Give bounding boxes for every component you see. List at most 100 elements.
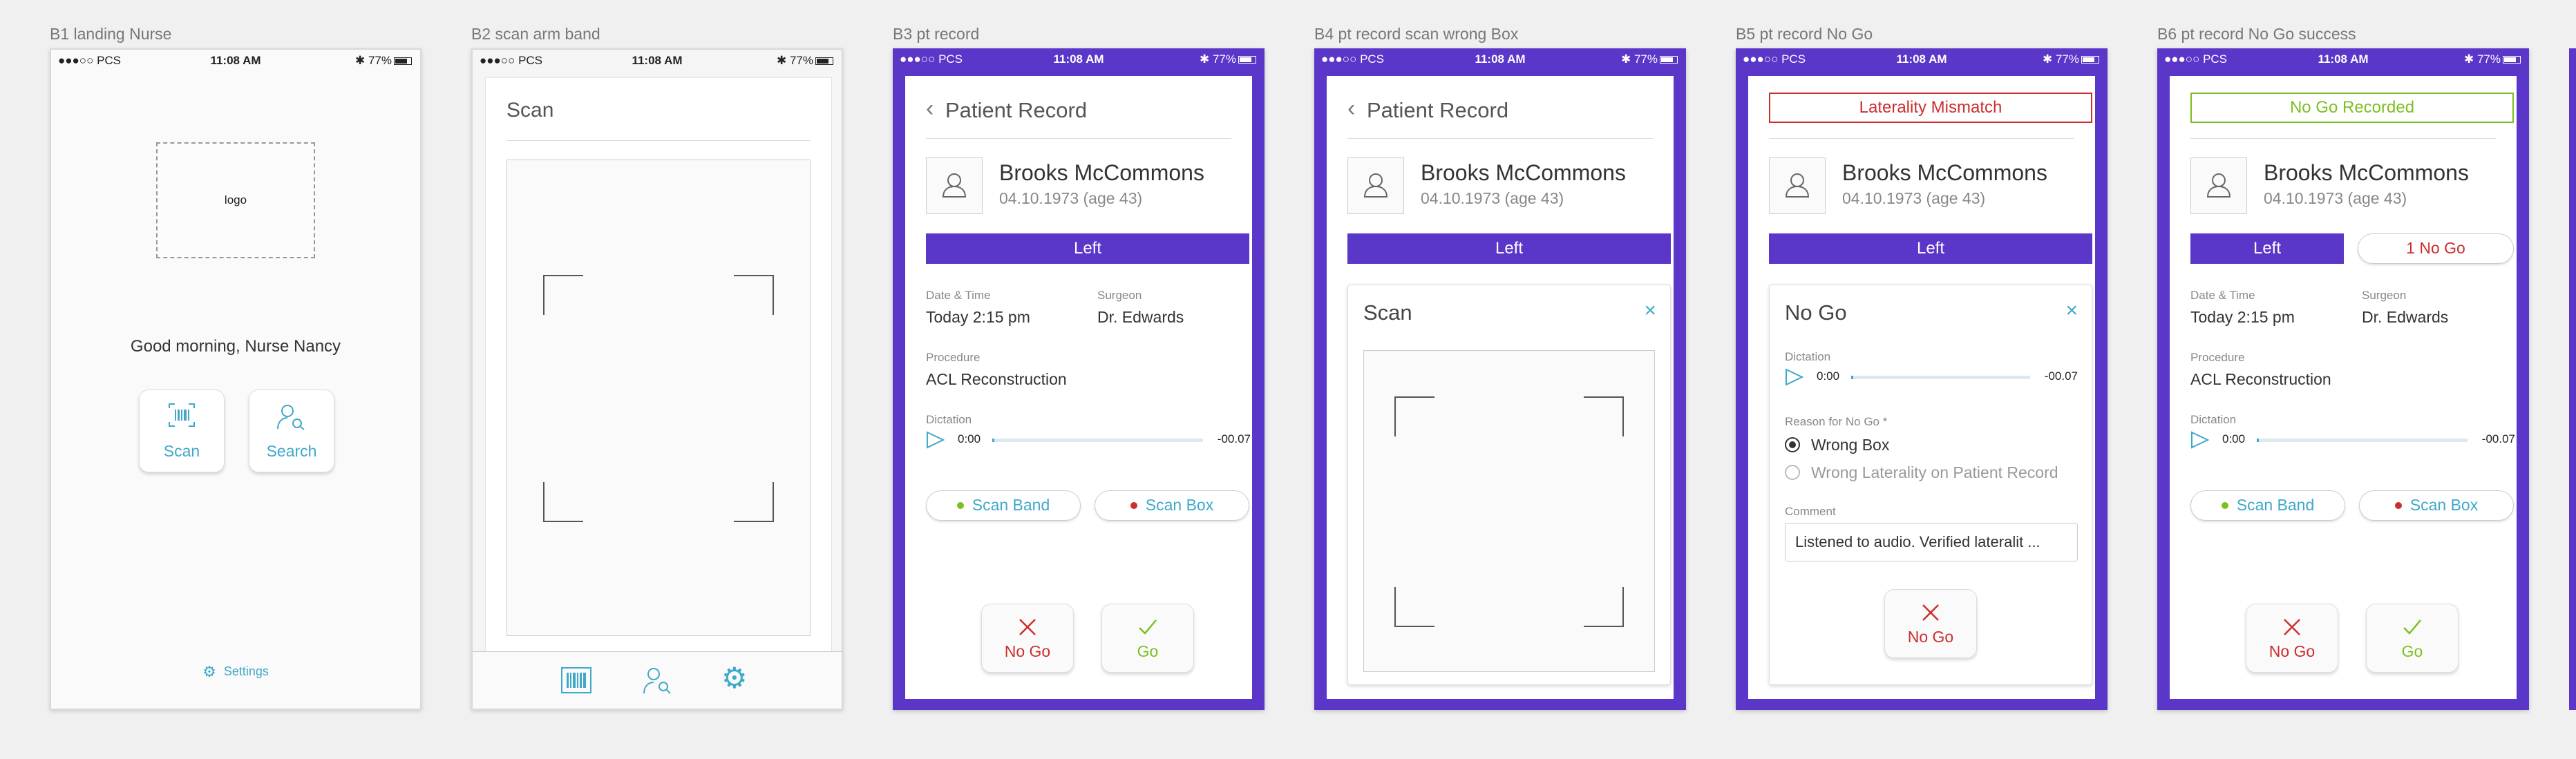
go-button[interactable]: Go <box>2366 604 2459 673</box>
scan-button-label: Scan <box>163 442 200 460</box>
screen-b5-nogo: ●●●○○ PCS 11:08 AM ✱ 77% Laterality Mism… <box>1736 48 2108 710</box>
datetime-value: Today 2:15 pm <box>926 308 1030 326</box>
scan-box-button[interactable]: Scan Box <box>2359 490 2514 521</box>
battery-percent: 77% <box>1633 52 1658 66</box>
time-end: -00.07 <box>2044 369 2078 383</box>
viewfinder-corner-bl <box>1394 587 1434 627</box>
scan-band-label: Scan Band <box>972 496 1050 514</box>
status-bar: ●●●○○ PCS 11:08 AM ✱ 77% <box>2157 48 2529 72</box>
barcode-scan-icon <box>169 403 195 427</box>
gear-icon[interactable]: ⚙ <box>721 663 748 693</box>
screen-label-b5: B5 pt record No Go <box>1736 25 1873 43</box>
divider <box>506 140 811 141</box>
go-button[interactable]: Go <box>1101 604 1194 673</box>
scan-band-label: Scan Band <box>2236 496 2315 514</box>
procedure-label: Procedure <box>926 351 981 364</box>
nogo-button[interactable]: No Go <box>2246 604 2338 673</box>
patient-dob: 04.10.1973 (age 43) <box>1421 189 1564 207</box>
back-chevron-icon[interactable]: ‹ <box>1347 95 1355 122</box>
time-start: 0:00 <box>2222 432 2246 445</box>
person-icon <box>1363 173 1388 198</box>
scan-button[interactable]: Scan <box>139 390 225 472</box>
audio-scrubber[interactable] <box>1851 376 2030 379</box>
dictation-label: Dictation <box>2190 413 2237 426</box>
play-icon[interactable] <box>1785 368 1804 386</box>
page-title: Patient Record <box>945 98 1088 122</box>
time-end: -00.07 <box>1217 432 1251 445</box>
bluetooth-icon: ✱ <box>2042 52 2053 66</box>
patient-name: Brooks McCommons <box>2264 160 2469 185</box>
screen-b1-landing: ●●●○○ PCS 11:08 AM ✱ 77% logo Good morni… <box>50 48 422 710</box>
scan-band-button[interactable]: Scan Band <box>926 490 1081 521</box>
status-right: ✱ 77% <box>2043 52 2099 66</box>
reason-radio-wrong-box[interactable] <box>1785 437 1800 452</box>
patient-dob: 04.10.1973 (age 43) <box>1842 189 1986 207</box>
patient-dob: 04.10.1973 (age 43) <box>999 189 1143 207</box>
close-icon[interactable]: × <box>1644 299 1656 323</box>
avatar <box>926 157 983 214</box>
dictation-label: Dictation <box>1785 350 1831 363</box>
battery-icon <box>1660 56 1678 64</box>
back-chevron-icon[interactable]: ‹ <box>926 95 934 122</box>
time-start: 0:00 <box>1817 369 1840 383</box>
surgeon-value: Dr. Edwards <box>1097 308 1184 326</box>
viewfinder-corner-br <box>734 482 774 522</box>
person-icon <box>942 173 967 198</box>
close-icon[interactable]: × <box>2065 299 2078 323</box>
screen-b2-scan-arm-band: ●●●○○ PCS 11:08 AM ✱ 77% Scan ⚙ <box>471 48 843 710</box>
x-icon <box>1019 619 1036 635</box>
dictation-player: 0:00 -00.07 <box>926 430 1251 450</box>
play-icon[interactable] <box>2190 431 2210 449</box>
play-icon[interactable] <box>926 431 945 449</box>
go-label: Go <box>2401 642 2423 660</box>
screen-label-b6: B6 pt record No Go success <box>2157 25 2356 43</box>
comment-field[interactable]: Listened to audio. Verified lateralit ..… <box>1785 523 2078 561</box>
nogo-modal: No Go × Dictation 0:00 -00.07 Reason for… <box>1769 285 2092 685</box>
nogo-button[interactable]: No Go <box>981 604 1074 673</box>
screen-label-b3: B3 pt record <box>893 25 980 43</box>
bluetooth-icon: ✱ <box>1199 52 1210 66</box>
barcode-scan-icon[interactable] <box>561 667 591 693</box>
audio-scrubber[interactable] <box>992 439 1203 442</box>
procedure-value: ACL Reconstruction <box>926 370 1067 388</box>
screen-b3-patient-record: ●●●○○ PCS 11:08 AM ✱ 77% ‹ Patient Recor… <box>893 48 1265 710</box>
scan-box-button[interactable]: Scan Box <box>1095 490 1249 521</box>
check-icon <box>1139 619 1157 635</box>
patient-name: Brooks McCommons <box>999 160 1204 185</box>
status-right: ✱ 77% <box>355 54 412 68</box>
search-button[interactable]: Search <box>249 390 334 472</box>
datetime-value: Today 2:15 pm <box>2190 308 2295 326</box>
patient-record-card: No Go Recorded Brooks McCommons 04.10.19… <box>2170 76 2517 699</box>
scan-band-button[interactable]: Scan Band <box>2190 490 2345 521</box>
divider <box>926 138 1231 139</box>
dictation-player: 0:00 -00.07 <box>2190 430 2515 450</box>
nogo-count-badge[interactable]: 1 No Go <box>2358 233 2514 264</box>
status-dot-green <box>956 502 964 509</box>
page-title: Patient Record <box>1367 98 1509 122</box>
reason-radio-wrong-laterality[interactable] <box>1785 465 1800 480</box>
viewfinder-corner-bl <box>543 482 583 522</box>
patient-record-card: ‹ Patient Record Brooks McCommons 04.10.… <box>905 76 1252 699</box>
bottom-tab-bar: ⚙ <box>473 651 842 709</box>
divider <box>1769 138 2074 139</box>
screen-label-b1: B1 landing Nurse <box>50 25 172 43</box>
settings-link[interactable]: ⚙ Settings <box>51 663 420 681</box>
audio-scrubber[interactable] <box>2257 439 2468 442</box>
screen-label-b2: B2 scan arm band <box>471 25 600 43</box>
patient-record-card: Laterality Mismatch Brooks McCommons 04.… <box>1748 76 2095 699</box>
screen-b6-nogo-success: ●●●○○ PCS 11:08 AM ✱ 77% No Go Recorded … <box>2157 48 2529 710</box>
camera-viewfinder[interactable] <box>506 160 811 636</box>
laterality-bar: Left <box>2190 233 2344 264</box>
viewfinder-corner-br <box>1584 587 1624 627</box>
person-icon <box>1785 173 1810 198</box>
viewfinder-corner-tr <box>1584 396 1624 436</box>
battery-percent: 77% <box>2055 52 2079 66</box>
search-button-label: Search <box>266 442 317 460</box>
laterality-bar: Left <box>1769 233 2092 264</box>
battery-icon <box>1238 56 1256 64</box>
nogo-button[interactable]: No Go <box>1884 589 1977 658</box>
battery-icon <box>2503 56 2521 64</box>
user-search-icon[interactable] <box>643 666 673 695</box>
camera-viewfinder[interactable] <box>1363 350 1655 672</box>
go-label: Go <box>1137 642 1159 660</box>
